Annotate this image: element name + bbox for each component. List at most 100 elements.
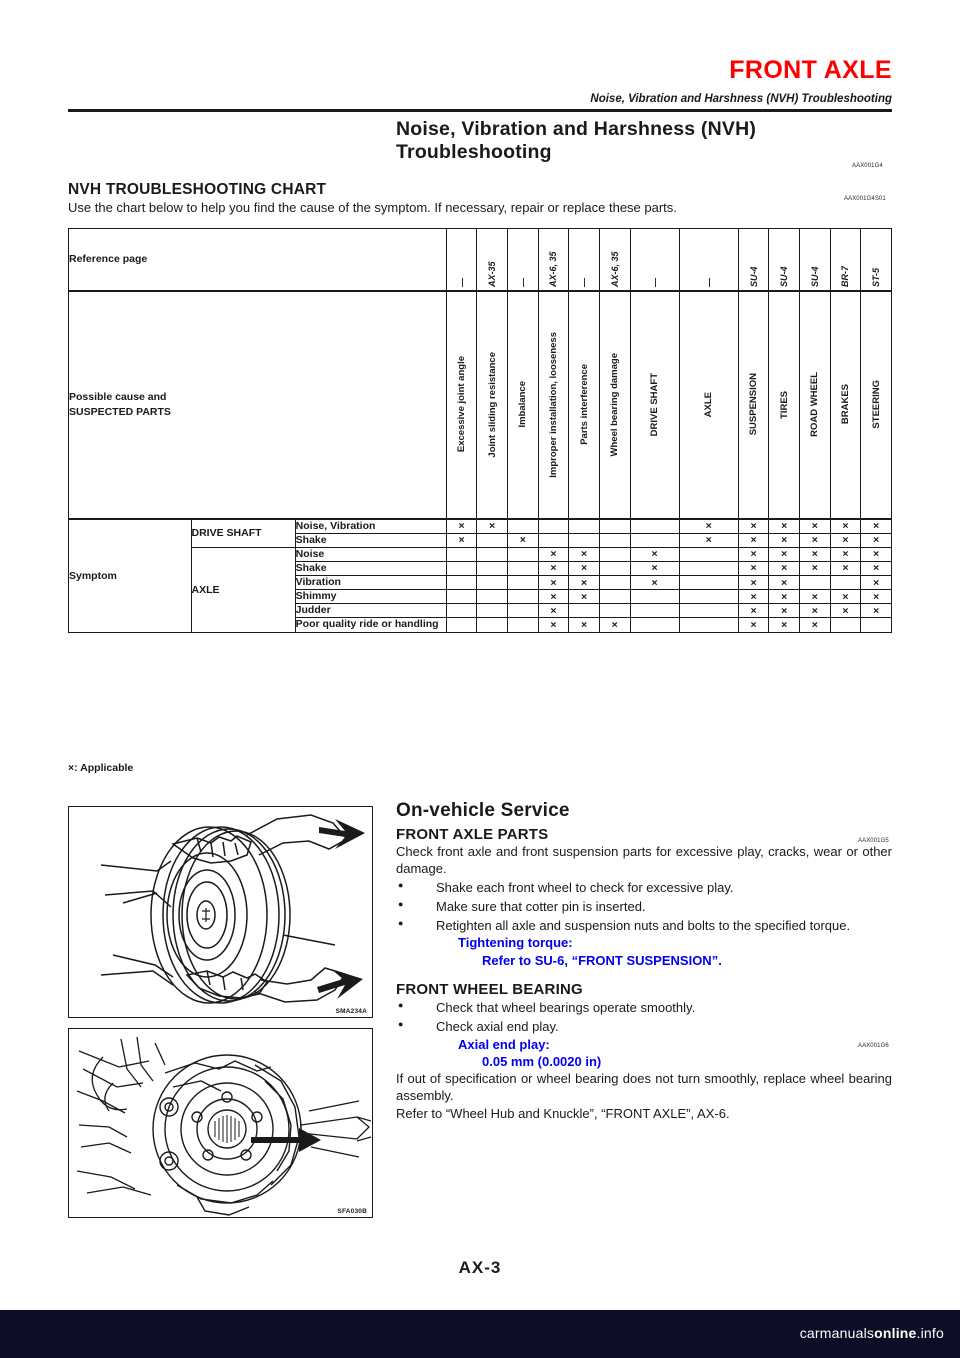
cell-mark [476, 546, 509, 562]
cell-mark: × [799, 518, 831, 534]
table-row: AXLE Noise × × × × × × × × [69, 546, 892, 633]
cell-mark: × [768, 532, 801, 548]
cell-mark [598, 518, 631, 534]
on-vehicle-service-section: On-vehicle Service FRONT AXLE PARTS Chec… [396, 800, 892, 1123]
cell-mark: × [598, 617, 631, 633]
cell-mark: × [537, 617, 570, 633]
cell-mark: × [860, 532, 892, 548]
watermark-tld: .info [916, 1325, 944, 1341]
symptom-name: Shake [294, 532, 447, 548]
cause-label-line1: Possible cause and [69, 391, 167, 404]
column-header-11: BRAKES [829, 290, 862, 520]
cell-mark [598, 574, 631, 591]
cell-mark: × [799, 589, 831, 605]
nvh-troubleshooting-chart: Reference page — AX-35 — AX-6, 35 — AX-6… [68, 228, 892, 633]
front-axle-parts-bullets: Shake each front wheel to check for exce… [396, 880, 892, 935]
cell-mark: × [537, 589, 570, 605]
cell-mark: × [768, 589, 801, 605]
symptom-label: Symptom [68, 518, 192, 633]
cell-mark [476, 617, 509, 633]
cause-label-line2: SUSPECTED PARTS [69, 405, 171, 418]
cell-mark [629, 589, 680, 605]
symptom-name: Shake [294, 560, 447, 577]
service-heading: On-vehicle Service [396, 800, 570, 821]
symptom-name: Vibration [294, 574, 447, 591]
list-item: Retighten all axle and suspension nuts a… [396, 918, 892, 935]
cell-mark [568, 532, 600, 548]
symptom-name: Noise [294, 546, 447, 562]
footer-bar: carmanualsonline.info [0, 1310, 960, 1358]
figure-wheel-hub-knuckle: SFA030B [68, 1028, 373, 1218]
cell-mark: × [568, 546, 600, 562]
section-code: AAX001G4 [852, 163, 883, 169]
cell-mark [629, 518, 680, 534]
cell-mark: × [799, 560, 831, 577]
front-wheel-bearing-code: AAX001G6 [858, 1043, 889, 1049]
list-item: Check axial end play. [396, 1019, 892, 1036]
chart-intro-text: Use the chart below to help you find the… [68, 200, 677, 215]
cell-mark: × [768, 603, 801, 619]
cell-mark [476, 532, 509, 548]
cell-mark [476, 603, 509, 619]
symptom-group-drive-shaft: DRIVE SHAFT [190, 518, 296, 548]
tightening-torque-value[interactable]: Refer to SU-6, “FRONT SUSPENSION”. [396, 952, 892, 969]
cell-mark [445, 617, 478, 633]
cell-mark: × [768, 560, 801, 577]
cell-mark: × [799, 532, 831, 548]
cell-mark: × [860, 518, 892, 534]
cell-mark: × [678, 518, 739, 534]
cell-mark [445, 560, 478, 577]
reference-page-12: ST-5 [860, 228, 892, 292]
front-wheel-bearing-bullets: Check that wheel bearings operate smooth… [396, 1000, 892, 1036]
reference-page-4: — [568, 228, 600, 292]
symptom-name: Shimmy [294, 589, 447, 605]
possible-cause-row: Possible cause and SUSPECTED PARTS Exces… [68, 290, 892, 520]
reference-page-9: SU-4 [768, 228, 801, 292]
reference-page-row: Reference page — AX-35 — AX-6, 35 — AX-6… [68, 228, 892, 292]
column-header-4: Parts interference [568, 290, 600, 520]
cell-mark: × [537, 574, 570, 591]
cell-mark: × [768, 617, 801, 633]
list-item: Shake each front wheel to check for exce… [396, 880, 892, 897]
cell-mark [507, 589, 539, 605]
cell-mark: × [860, 589, 892, 605]
reference-page-6: — [629, 228, 680, 292]
cell-mark [445, 603, 478, 619]
cell-mark: × [799, 546, 831, 562]
cell-mark [629, 617, 680, 633]
cell-mark: × [768, 574, 801, 591]
list-item: Check that wheel bearings operate smooth… [396, 1000, 892, 1017]
shake-front-wheel-illustration [100, 814, 365, 1004]
cell-mark: × [829, 532, 862, 548]
cell-mark: × [829, 518, 862, 534]
cell-mark [629, 532, 680, 548]
page-number: AX-3 [458, 1258, 502, 1277]
reference-page-7: — [678, 228, 739, 292]
cell-mark: × [737, 532, 770, 548]
cell-mark: × [829, 589, 862, 605]
column-header-9: TIRES [768, 290, 801, 520]
cell-mark: × [799, 603, 831, 619]
cell-mark: × [860, 574, 892, 591]
cell-mark: × [829, 560, 862, 577]
front-wheel-bearing-heading: FRONT WHEEL BEARING [396, 980, 583, 998]
symptom-name: Judder [294, 603, 447, 619]
reference-page-10: SU-4 [799, 228, 831, 292]
cell-mark [507, 560, 539, 577]
column-header-10: ROAD WHEEL [799, 290, 831, 520]
front-axle-parts-paragraph: Check front axle and front suspension pa… [396, 844, 892, 876]
column-header-7: AXLE [678, 290, 739, 520]
cell-mark [507, 546, 539, 562]
front-axle-parts-code: AAX001G5 [858, 838, 889, 844]
reference-page-0: — [445, 228, 478, 292]
cell-mark: × [860, 546, 892, 562]
table-row: Symptom DRIVE SHAFT Noise, Vibration × × × × × ×… [68, 518, 892, 633]
axial-end-play-label: Axial end play: [458, 1036, 550, 1052]
site-watermark: carmanualsonline.info [800, 1325, 944, 1341]
figure-1-code: SMA234A [335, 1008, 367, 1015]
cell-mark: × [629, 560, 680, 577]
list-item: Make sure that cotter pin is inserted. [396, 899, 892, 916]
page-title: FRONT AXLE [729, 56, 892, 84]
figure-2-code: SFA030B [337, 1208, 367, 1215]
cell-mark [445, 546, 478, 562]
